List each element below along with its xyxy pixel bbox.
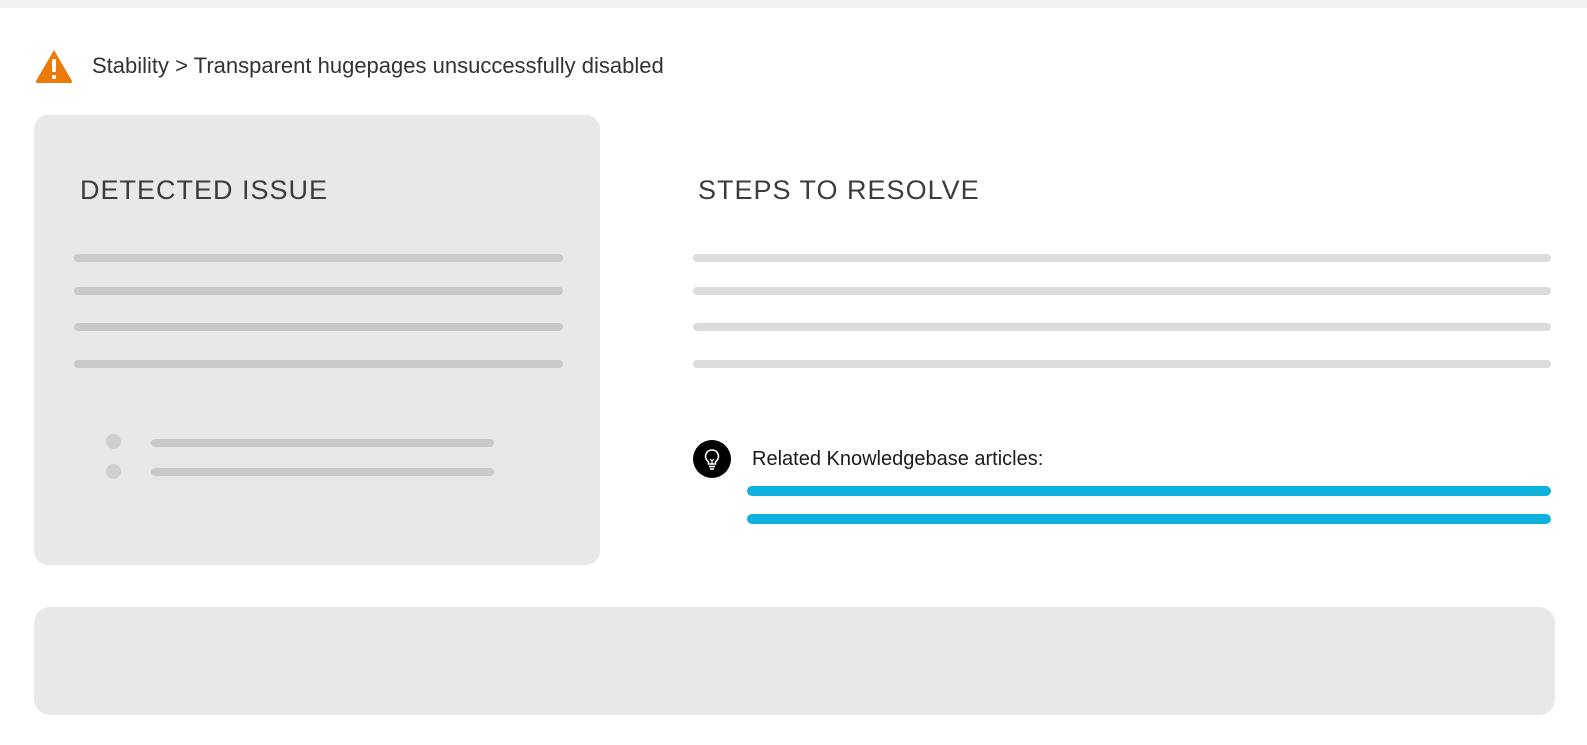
kb-article-link[interactable] — [747, 514, 1551, 524]
step-text-line — [693, 323, 1551, 331]
issue-text-line — [74, 287, 563, 295]
step-text-line — [693, 254, 1551, 262]
steps-to-resolve-title: STEPS TO RESOLVE — [698, 175, 980, 205]
issue-text-line — [74, 254, 563, 262]
warning-triangle-icon — [34, 48, 74, 84]
bottom-panel — [34, 607, 1555, 715]
top-shade — [0, 0, 1587, 8]
list-bullet — [106, 464, 121, 479]
list-item-line — [151, 468, 494, 476]
kb-article-link[interactable] — [747, 486, 1551, 496]
breadcrumb: Stability > Transparent hugepages unsucc… — [92, 53, 664, 78]
step-text-line — [693, 287, 1551, 295]
page: Stability > Transparent hugepages unsucc… — [0, 0, 1587, 745]
issue-header: Stability > Transparent hugepages unsucc… — [34, 40, 664, 92]
issue-text-line — [74, 360, 563, 368]
issue-text-line — [74, 323, 563, 331]
kb-articles-row: Related Knowledgebase articles: — [693, 440, 1043, 478]
detected-issue-title: DETECTED ISSUE — [80, 175, 329, 205]
list-item-line — [151, 439, 494, 447]
list-bullet — [106, 434, 121, 449]
kb-articles-label: Related Knowledgebase articles: — [752, 447, 1044, 470]
step-text-line — [693, 360, 1551, 368]
lightbulb-icon — [693, 440, 731, 478]
